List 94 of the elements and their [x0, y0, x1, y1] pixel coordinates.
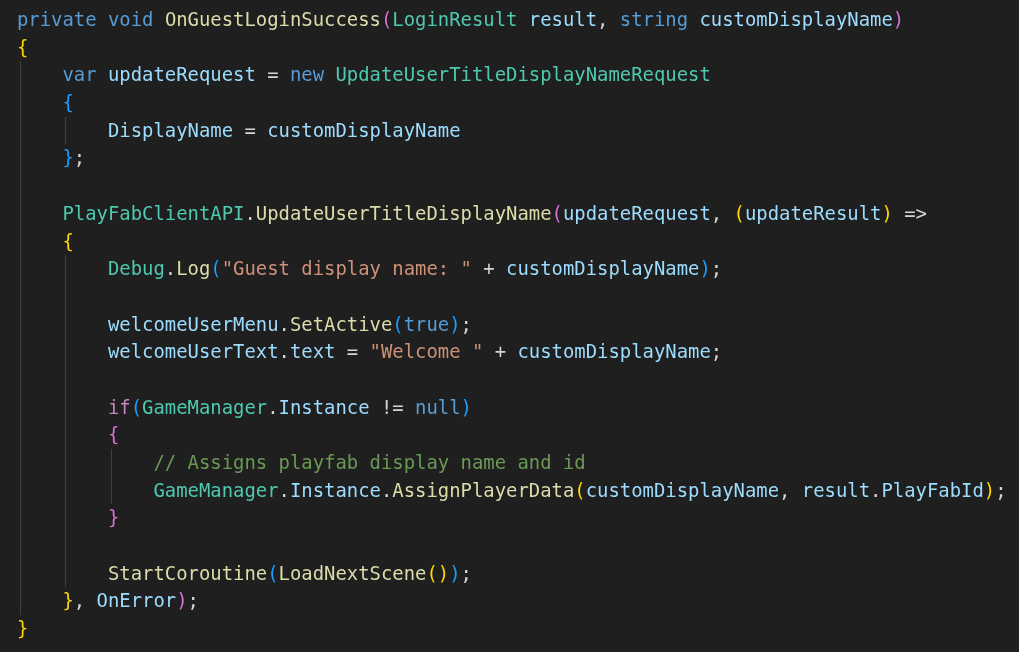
punctuation: = — [266, 63, 280, 86]
identifier: PlayFabId — [881, 478, 984, 501]
identifier: text — [289, 340, 336, 363]
string-literal: "Welcome " — [369, 340, 484, 363]
function-name: StartCoroutine — [107, 561, 268, 584]
punctuation: ; — [995, 478, 1007, 501]
punctuation: = — [243, 118, 257, 141]
identifier: welcomeUserText — [107, 340, 279, 363]
punctuation: . — [244, 201, 256, 224]
string-literal: "Guest display name: " — [221, 257, 472, 280]
identifier: customDisplayName — [267, 118, 461, 141]
identifier: result — [528, 8, 598, 30]
bracket: ) — [437, 561, 450, 584]
bracket: ) — [983, 478, 996, 501]
punctuation: ; — [187, 589, 199, 612]
identifier: Instance — [289, 478, 381, 501]
punctuation: . — [278, 340, 290, 363]
punctuation: . — [164, 257, 177, 280]
bracket: } — [17, 617, 29, 640]
bracket: ( — [733, 201, 745, 224]
type-name: GameManager — [142, 395, 268, 418]
punctuation: ; — [460, 561, 472, 584]
identifier: updateRequest — [562, 201, 711, 224]
punctuation: , — [779, 478, 792, 501]
punctuation: . — [380, 478, 393, 501]
bracket: ) — [881, 201, 893, 224]
keyword: true — [403, 312, 450, 335]
type-name: Debug — [107, 257, 165, 280]
bracket: ) — [460, 395, 472, 418]
bracket: ( — [551, 201, 563, 224]
punctuation: . — [267, 395, 279, 418]
bracket: { — [17, 35, 29, 58]
punctuation: . — [870, 478, 882, 501]
punctuation: , — [710, 201, 724, 224]
punctuation: , — [597, 8, 610, 30]
punctuation: . — [278, 312, 290, 335]
identifier: customDisplayName — [506, 257, 700, 280]
bracket: } — [62, 589, 74, 612]
function-name: Log — [176, 257, 211, 280]
bracket: } — [62, 146, 74, 169]
keyword: new — [289, 63, 326, 86]
punctuation: + — [482, 257, 496, 280]
identifier: updateRequest — [108, 63, 256, 86]
identifier: customDisplayName — [585, 478, 779, 501]
bracket: ) — [699, 257, 711, 280]
punctuation: ; — [710, 340, 723, 363]
bracket: ) — [449, 312, 461, 335]
bracket: ( — [380, 8, 393, 30]
identifier: customDisplayName — [517, 340, 711, 363]
punctuation: = — [345, 340, 360, 363]
type-name: GameManager — [153, 478, 279, 501]
identifier: customDisplayName — [699, 8, 893, 30]
code-comment: // Assigns playfab display name and id — [153, 451, 586, 473]
bracket: ( — [426, 561, 438, 584]
type-name: PlayFabClientAPI — [62, 201, 245, 224]
punctuation: . — [278, 478, 290, 501]
type-name: LoginResult — [392, 8, 519, 30]
bracket: { — [107, 423, 120, 446]
bracket: ( — [210, 257, 222, 280]
punctuation: != — [379, 395, 405, 418]
punctuation: => — [903, 201, 927, 224]
function-name: OnGuestLoginSuccess — [164, 8, 381, 30]
function-name: SetActive — [289, 312, 393, 335]
identifier: updateResult — [744, 201, 882, 224]
bracket: { — [62, 91, 74, 114]
punctuation: ; — [73, 146, 86, 169]
type-name: UpdateUserTitleDisplayNameRequest — [335, 63, 711, 86]
function-name: AssignPlayerData — [392, 478, 575, 501]
bracket: ( — [574, 478, 586, 501]
bracket: ( — [392, 312, 404, 335]
bracket: { — [62, 229, 74, 252]
punctuation: + — [493, 340, 508, 363]
function-name: UpdateUserTitleDisplayName — [255, 201, 552, 224]
punctuation: , — [73, 589, 87, 612]
bracket: ) — [892, 8, 905, 30]
identifier: Instance — [278, 395, 370, 418]
bracket: ) — [449, 561, 461, 584]
identifier: welcomeUserMenu — [107, 312, 279, 335]
keyword: if — [107, 395, 131, 418]
keyword: private — [17, 8, 98, 30]
keyword: void — [108, 8, 155, 30]
bracket: ( — [130, 395, 143, 418]
keyword: null — [415, 395, 461, 418]
identifier: DisplayName — [107, 118, 234, 141]
bracket: } — [107, 506, 120, 529]
keyword: string — [619, 8, 690, 30]
identifier: OnError — [96, 589, 177, 612]
bracket: ) — [176, 589, 188, 612]
bracket: ( — [267, 561, 279, 584]
function-name: LoadNextScene — [278, 561, 427, 584]
identifier: result — [801, 478, 870, 501]
keyword: var — [62, 63, 98, 86]
punctuation: ; — [710, 257, 723, 280]
punctuation: ; — [460, 312, 472, 335]
